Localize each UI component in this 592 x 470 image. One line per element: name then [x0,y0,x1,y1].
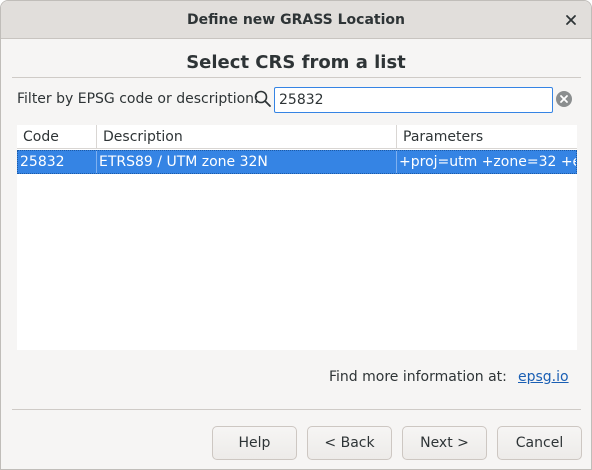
next-button[interactable]: Next > [402,426,487,460]
column-header-parameters[interactable]: Parameters [397,125,577,149]
filter-input[interactable] [274,87,553,113]
cancel-button[interactable]: Cancel [497,426,582,460]
search-icon [254,90,271,107]
clear-icon[interactable] [555,90,573,108]
bottom-divider [12,409,581,410]
back-button[interactable]: < Back [307,426,392,460]
table-row[interactable]: 25832 ETRS89 / UTM zone 32N +proj=utm +z… [17,150,577,174]
page-heading: Select CRS from a list [186,52,406,73]
top-divider [12,77,581,78]
row-description: ETRS89 / UTM zone 32N [97,151,397,173]
help-button[interactable]: Help [212,426,297,460]
epsg-link[interactable]: epsg.io [518,369,569,385]
list-header: Code Description Parameters [17,125,577,149]
close-button[interactable] [559,8,583,32]
column-header-code[interactable]: Code [17,125,97,149]
column-header-description[interactable]: Description [97,125,397,149]
window-title: Define new GRASS Location [187,11,405,28]
close-icon [566,15,576,25]
info-text: Find more information at: [329,369,507,385]
filter-label: Filter by EPSG code or description: [17,91,259,107]
title-bar: Define new GRASS Location [1,1,591,39]
dialog-window: Define new GRASS Location Select CRS fro… [0,0,592,470]
crs-list[interactable]: Code Description Parameters 25832 ETRS89… [17,125,577,350]
row-code: 25832 [18,151,97,173]
row-parameters: +proj=utm +zone=32 +ellps [399,154,576,170]
